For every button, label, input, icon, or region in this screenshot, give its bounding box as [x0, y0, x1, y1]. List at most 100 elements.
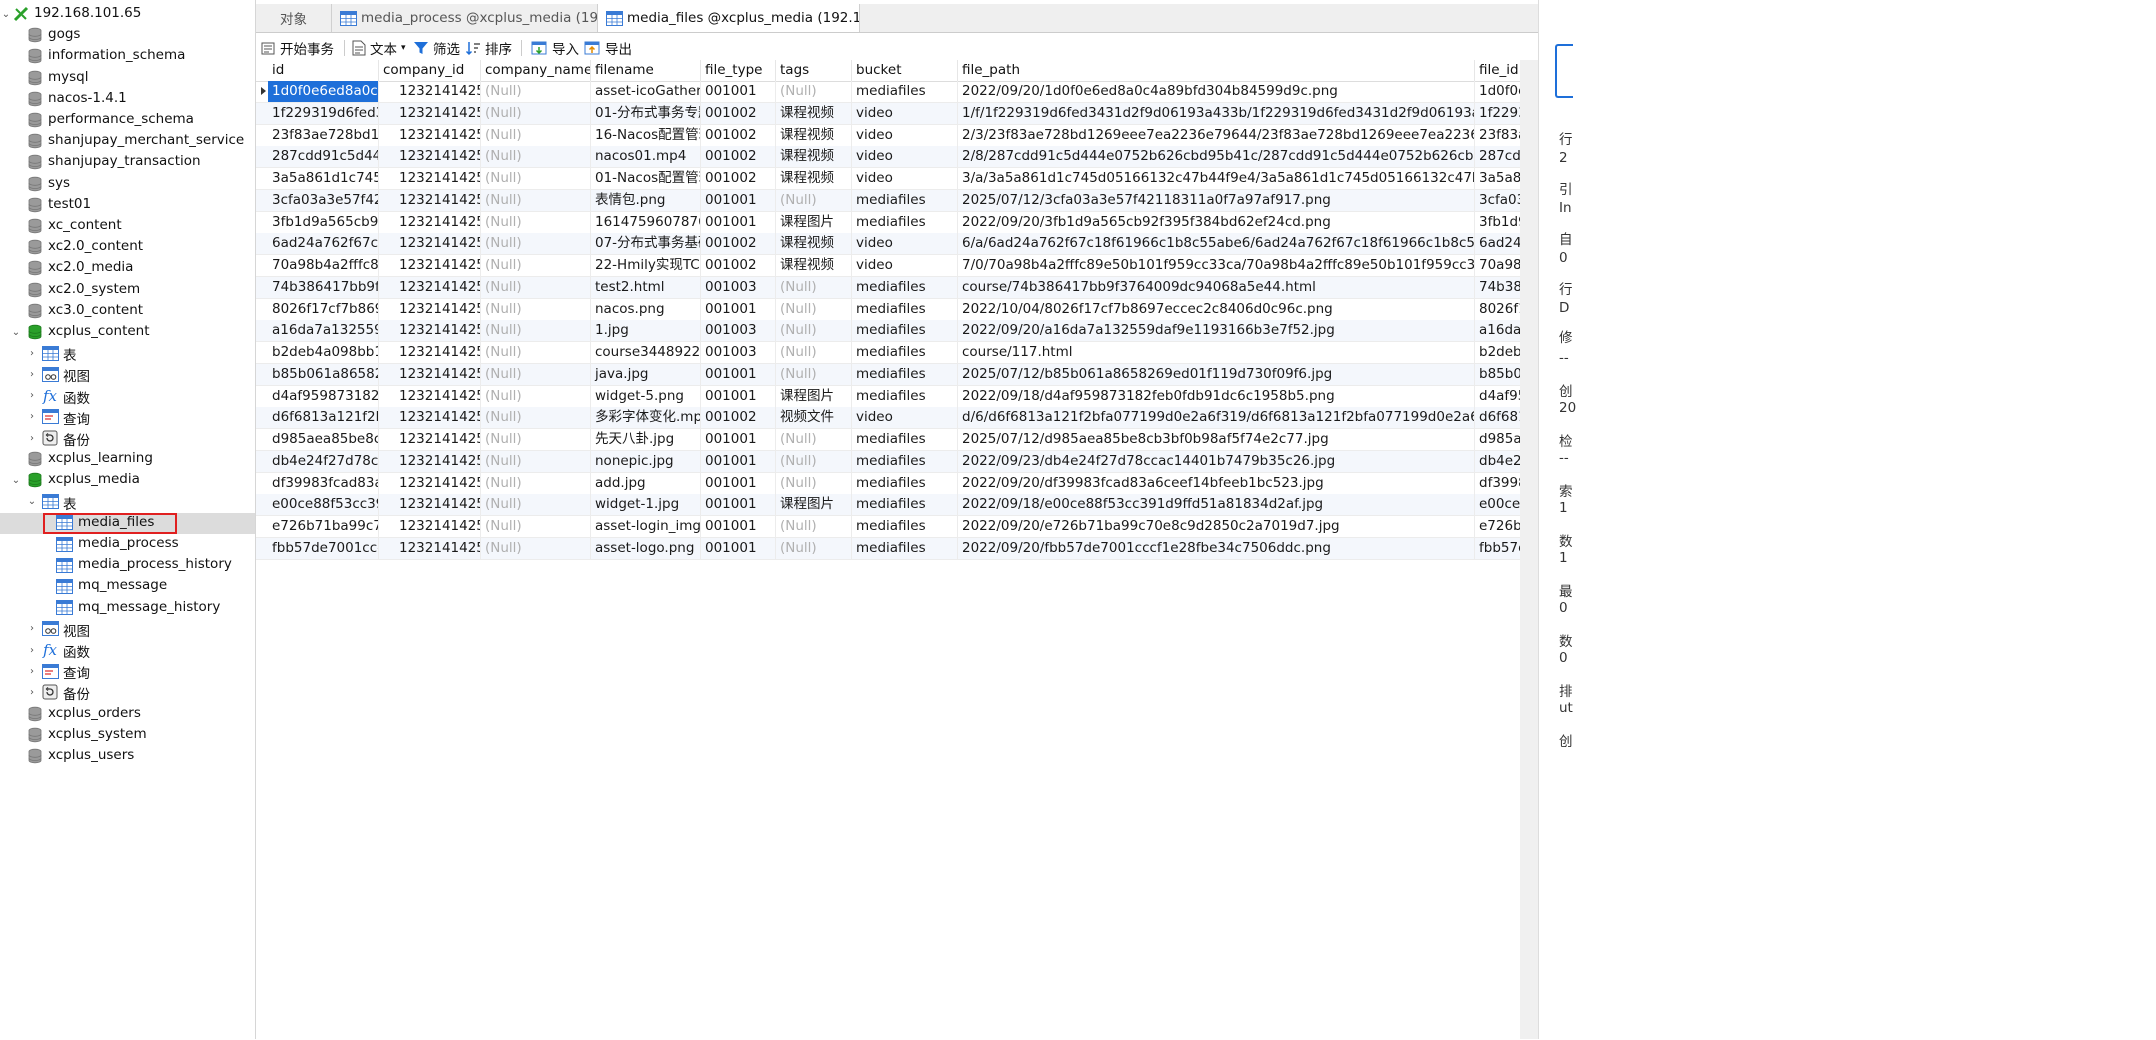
- chevron-right-icon[interactable]: ›: [27, 411, 37, 422]
- cell-file_id[interactable]: a16da7: [1475, 320, 1520, 341]
- cell-company_id[interactable]: 1232141425: [379, 494, 481, 516]
- vertical-scrollbar[interactable]: [1520, 60, 1538, 1039]
- cell-bucket[interactable]: video: [852, 124, 958, 146]
- column-header-tags[interactable]: tags: [776, 60, 852, 81]
- tree-db-xc_content[interactable]: xc_content: [0, 216, 255, 237]
- cell-filename[interactable]: 16-Nacos配置管理: [591, 124, 701, 146]
- cell-id[interactable]: 1d0f0e6ed8a0c4a: [268, 81, 379, 102]
- cell-file_path[interactable]: 2/8/287cdd91c5d444e0752b626cbd95b41c/287…: [958, 146, 1475, 168]
- cell-id[interactable]: 3a5a861d1c745c: [268, 168, 379, 189]
- cell-filename[interactable]: 表情包.png: [591, 189, 701, 211]
- cell-file_type[interactable]: 001001: [701, 472, 776, 494]
- cell-company_id[interactable]: 1232141425: [379, 342, 481, 363]
- cell-id[interactable]: 8026f17cf7b8697: [268, 298, 379, 320]
- cell-filename[interactable]: course34489221: [591, 342, 701, 363]
- tree-node-media-2[interactable]: › 查询: [0, 661, 255, 682]
- tree-table-mq_message[interactable]: mq_message: [0, 576, 255, 597]
- table-row[interactable]: 74b386417bb9f3 1232141425 (Null) test2.html…: [256, 276, 1520, 299]
- cell-file_id[interactable]: e00ce8: [1475, 494, 1520, 515]
- cell-company_name[interactable]: (Null): [481, 298, 591, 320]
- cell-tags[interactable]: (Null): [776, 298, 852, 320]
- cell-company_id[interactable]: 1232141425: [379, 102, 481, 124]
- cell-file_type[interactable]: 001001: [701, 385, 776, 407]
- cell-filename[interactable]: 多彩字体变化.mp4: [591, 407, 701, 429]
- tree-node-0[interactable]: › 表: [0, 343, 255, 364]
- cell-filename[interactable]: asset-logo.png: [591, 537, 701, 559]
- cell-filename[interactable]: asset-icoGather.p: [591, 81, 701, 102]
- cell-bucket[interactable]: mediafiles: [852, 298, 958, 320]
- cell-file_id[interactable]: 70a98b: [1475, 255, 1520, 276]
- column-header-id[interactable]: id: [268, 60, 379, 81]
- cell-file_path[interactable]: 2025/07/12/3cfa03a3e57f42118311a0f7a97af…: [958, 189, 1475, 211]
- cell-filename[interactable]: widget-5.png: [591, 385, 701, 407]
- cell-tags[interactable]: 课程视频: [776, 124, 852, 146]
- cell-company_id[interactable]: 1232141425: [379, 385, 481, 407]
- tree-db-xc3.0_content[interactable]: xc3.0_content: [0, 301, 255, 322]
- cell-id[interactable]: d4af959873182f: [268, 385, 379, 407]
- cell-company_name[interactable]: (Null): [481, 363, 591, 385]
- cell-filename[interactable]: 07-分布式事务基础: [591, 233, 701, 255]
- cell-company_name[interactable]: (Null): [481, 385, 591, 407]
- cell-company_name[interactable]: (Null): [481, 102, 591, 124]
- cell-company_name[interactable]: (Null): [481, 211, 591, 233]
- cell-company_name[interactable]: (Null): [481, 537, 591, 559]
- cell-id[interactable]: b2deb4a098bb1: [268, 342, 379, 363]
- cell-file_type[interactable]: 001001: [701, 429, 776, 450]
- cell-file_type[interactable]: 001002: [701, 407, 776, 429]
- cell-company_id[interactable]: 1232141425: [379, 516, 481, 537]
- cell-file_path[interactable]: 2022/09/18/e00ce88f53cc391d9ffd51a81834d…: [958, 494, 1475, 516]
- cell-tags[interactable]: (Null): [776, 189, 852, 211]
- cell-file_type[interactable]: 001001: [701, 516, 776, 537]
- chevron-right-icon[interactable]: ›: [27, 390, 37, 401]
- cell-tags[interactable]: 课程视频: [776, 233, 852, 255]
- cell-file_id[interactable]: b2deb: [1475, 342, 1520, 363]
- cell-file_path[interactable]: 2022/09/20/e726b71ba99c70e8c9d2850c2a701…: [958, 516, 1475, 537]
- table-row[interactable]: 3a5a861d1c745c 1232141425 (Null) 01-Nacos配置…: [256, 168, 1520, 190]
- cell-file_path[interactable]: 7/0/70a98b4a2fffc89e50b101f959cc33ca/70a…: [958, 255, 1475, 276]
- cell-file_id[interactable]: db4e24: [1475, 451, 1520, 472]
- table-row[interactable]: 23f83ae728bd12 1232141425 (Null) 16-Nacos配置…: [256, 124, 1520, 147]
- cell-company_id[interactable]: 1232141425: [379, 211, 481, 233]
- panel-tab-indicator[interactable]: [1555, 44, 1573, 98]
- tree-node-tables[interactable]: ⌄ 表: [0, 492, 255, 513]
- cell-bucket[interactable]: mediafiles: [852, 516, 958, 537]
- cell-tags[interactable]: (Null): [776, 450, 852, 472]
- cell-file_type[interactable]: 001003: [701, 320, 776, 342]
- cell-filename[interactable]: 01-Nacos配置管理: [591, 168, 701, 189]
- cell-company_id[interactable]: 1232141425: [379, 429, 481, 450]
- cell-company_id[interactable]: 1232141425: [379, 276, 481, 298]
- cell-file_id[interactable]: 1f2293: [1475, 103, 1520, 124]
- column-header-bucket[interactable]: bucket: [852, 60, 958, 81]
- cell-id[interactable]: df39983fcad83a: [268, 472, 379, 494]
- cell-id[interactable]: fbb57de7001ccc: [268, 537, 379, 559]
- cell-id[interactable]: 287cdd91c5d444: [268, 146, 379, 168]
- tree-connection[interactable]: ⌄ 192.168.101.65: [0, 4, 255, 25]
- tree-db-xcplus_learning[interactable]: xcplus_learning: [0, 449, 255, 470]
- cell-filename[interactable]: 22-Hmily实现TCC: [591, 255, 701, 276]
- cell-company_id[interactable]: 1232141425: [379, 472, 481, 494]
- toolbar-button-4[interactable]: 导入: [531, 36, 579, 60]
- tree-db-xc2.0_media[interactable]: xc2.0_media: [0, 258, 255, 279]
- column-header-company_name[interactable]: company_name: [481, 60, 591, 81]
- cell-file_type[interactable]: 001001: [701, 211, 776, 233]
- cell-company_name[interactable]: (Null): [481, 276, 591, 298]
- chevron-right-icon[interactable]: ›: [27, 369, 37, 380]
- cell-file_id[interactable]: 287cdc: [1475, 146, 1520, 167]
- cell-file_type[interactable]: 001002: [701, 124, 776, 146]
- cell-bucket[interactable]: video: [852, 255, 958, 276]
- cell-tags[interactable]: (Null): [776, 516, 852, 537]
- cell-bucket[interactable]: video: [852, 233, 958, 255]
- cell-filename[interactable]: test2.html: [591, 276, 701, 298]
- cell-bucket[interactable]: video: [852, 146, 958, 168]
- cell-file_id[interactable]: 1d0f0e: [1475, 81, 1520, 102]
- cell-id[interactable]: e00ce88f53cc391: [268, 494, 379, 516]
- cell-file_type[interactable]: 001001: [701, 189, 776, 211]
- cell-company_name[interactable]: (Null): [481, 255, 591, 276]
- cell-company_id[interactable]: 1232141425: [379, 363, 481, 385]
- cell-file_id[interactable]: d4af95: [1475, 386, 1520, 407]
- table-row[interactable]: db4e24f27d78cc 1232141425 (Null) nonepic.jp…: [256, 450, 1520, 473]
- cell-id[interactable]: d985aea85be8cb: [268, 429, 379, 450]
- chevron-right-icon[interactable]: ›: [27, 433, 37, 444]
- tree-db-shanjupay_transaction[interactable]: shanjupay_transaction: [0, 152, 255, 173]
- cell-file_id[interactable]: 74b386: [1475, 277, 1520, 298]
